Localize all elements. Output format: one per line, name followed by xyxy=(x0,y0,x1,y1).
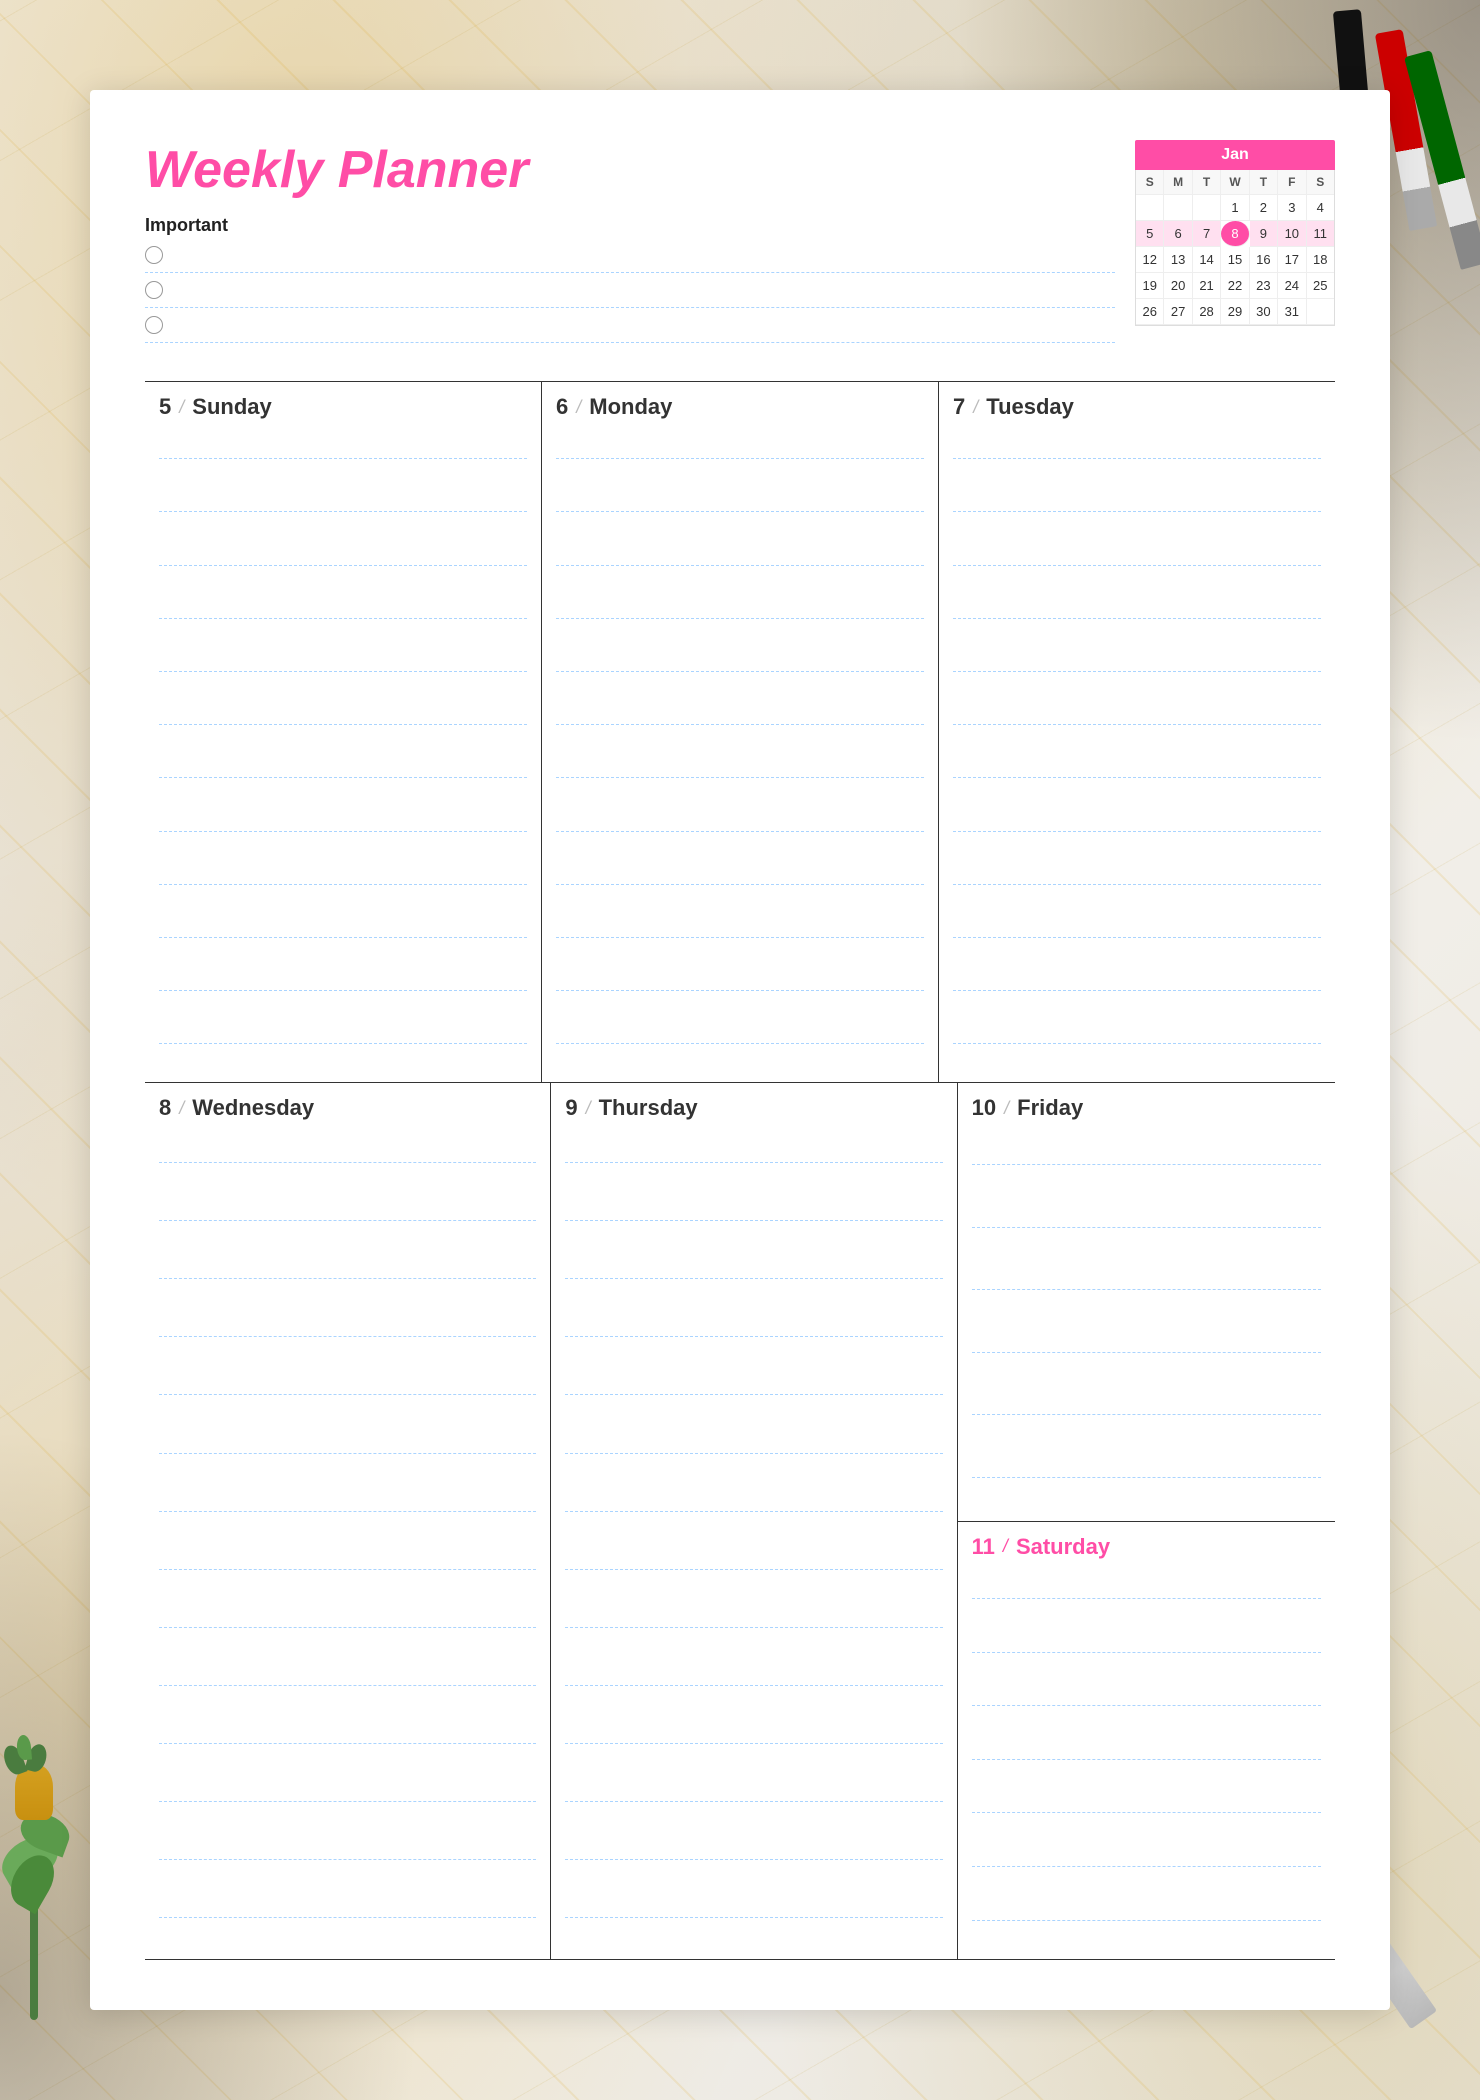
days-row-1: 5 / Sunday xyxy=(145,381,1335,1082)
monday-lines[interactable] xyxy=(556,432,924,1070)
cal-header-sun: S xyxy=(1136,170,1164,195)
thursday-separator: / xyxy=(586,1098,591,1119)
thursday-number: 9 xyxy=(565,1095,577,1121)
monday-header: 6 / Monday xyxy=(556,394,924,420)
cal-header-sat: S xyxy=(1307,170,1334,195)
wednesday-lines[interactable] xyxy=(159,1133,536,1947)
cal-header-mon: M xyxy=(1164,170,1192,195)
sunday-name: Sunday xyxy=(192,394,271,420)
calendar-grid: S M T W T F S 1 2 3 4 xyxy=(1135,170,1335,326)
calendar-week-4: 19 20 21 22 23 24 25 xyxy=(1136,273,1334,299)
days-row-2: 8 / Wednesday xyxy=(145,1082,1335,1960)
friday-name: Friday xyxy=(1017,1095,1083,1121)
friday-number: 10 xyxy=(972,1095,996,1121)
planner-page: Weekly Planner Important Jan xyxy=(90,90,1390,2010)
monday-number: 6 xyxy=(556,394,568,420)
day-wednesday: 8 / Wednesday xyxy=(145,1083,551,1959)
cal-header-thu: T xyxy=(1250,170,1278,195)
important-label: Important xyxy=(145,215,1115,236)
thursday-name: Thursday xyxy=(599,1095,698,1121)
calendar-header-row: S M T W T F S xyxy=(1136,170,1334,195)
calendar-month: Jan xyxy=(1135,140,1335,170)
day-sunday: 5 / Sunday xyxy=(145,382,542,1082)
calendar-week-2: 5 6 7 8 9 10 11 xyxy=(1136,221,1334,247)
sunday-separator: / xyxy=(179,397,184,418)
sunday-lines[interactable] xyxy=(159,432,527,1070)
thursday-header: 9 / Thursday xyxy=(565,1095,942,1121)
day-monday: 6 / Monday xyxy=(542,382,939,1082)
header-area: Weekly Planner Important Jan xyxy=(145,140,1335,351)
tuesday-separator: / xyxy=(973,397,978,418)
sunday-number: 5 xyxy=(159,394,171,420)
important-item-3 xyxy=(145,316,1115,343)
calendar-week-1: 1 2 3 4 xyxy=(1136,195,1334,221)
monday-name: Monday xyxy=(589,394,672,420)
mini-calendar: Jan S M T W T F S 1 2 3 xyxy=(1135,140,1335,326)
wednesday-number: 8 xyxy=(159,1095,171,1121)
day-saturday: 11 / Saturday xyxy=(958,1522,1335,1959)
monday-separator: / xyxy=(576,397,581,418)
sunday-header: 5 / Sunday xyxy=(159,394,527,420)
calendar-week-3: 12 13 14 15 16 17 18 xyxy=(1136,247,1334,273)
day-friday: 10 / Friday xyxy=(958,1083,1335,1521)
tuesday-number: 7 xyxy=(953,394,965,420)
saturday-separator: / xyxy=(1003,1536,1008,1557)
friday-header: 10 / Friday xyxy=(972,1095,1321,1121)
tuesday-name: Tuesday xyxy=(986,394,1074,420)
friday-saturday-column: 10 / Friday 11 xyxy=(958,1083,1335,1959)
saturday-name: Saturday xyxy=(1016,1534,1110,1560)
saturday-number: 11 xyxy=(972,1534,995,1560)
cal-header-tue: T xyxy=(1193,170,1221,195)
page-title: Weekly Planner xyxy=(145,140,1115,200)
important-item-1 xyxy=(145,246,1115,273)
important-item-2 xyxy=(145,281,1115,308)
day-thursday: 9 / Thursday xyxy=(551,1083,957,1959)
checkbox-2[interactable] xyxy=(145,281,163,299)
important-section: Important xyxy=(145,215,1115,343)
tuesday-header: 7 / Tuesday xyxy=(953,394,1321,420)
cal-header-fri: F xyxy=(1278,170,1306,195)
calendar-week-5: 26 27 28 29 30 31 xyxy=(1136,299,1334,325)
saturday-header: 11 / Saturday xyxy=(972,1534,1321,1560)
friday-lines[interactable] xyxy=(972,1133,1321,1508)
cal-header-wed: W xyxy=(1221,170,1249,195)
wednesday-name: Wednesday xyxy=(192,1095,314,1121)
friday-separator: / xyxy=(1004,1098,1009,1119)
wednesday-separator: / xyxy=(179,1098,184,1119)
day-tuesday: 7 / Tuesday xyxy=(939,382,1335,1082)
checkbox-3[interactable] xyxy=(145,316,163,334)
saturday-lines[interactable] xyxy=(972,1572,1321,1947)
title-section: Weekly Planner Important xyxy=(145,140,1115,351)
tuesday-lines[interactable] xyxy=(953,432,1321,1070)
thursday-lines[interactable] xyxy=(565,1133,942,1947)
checkbox-1[interactable] xyxy=(145,246,163,264)
days-section: 5 / Sunday xyxy=(145,381,1335,1960)
wednesday-header: 8 / Wednesday xyxy=(159,1095,536,1121)
